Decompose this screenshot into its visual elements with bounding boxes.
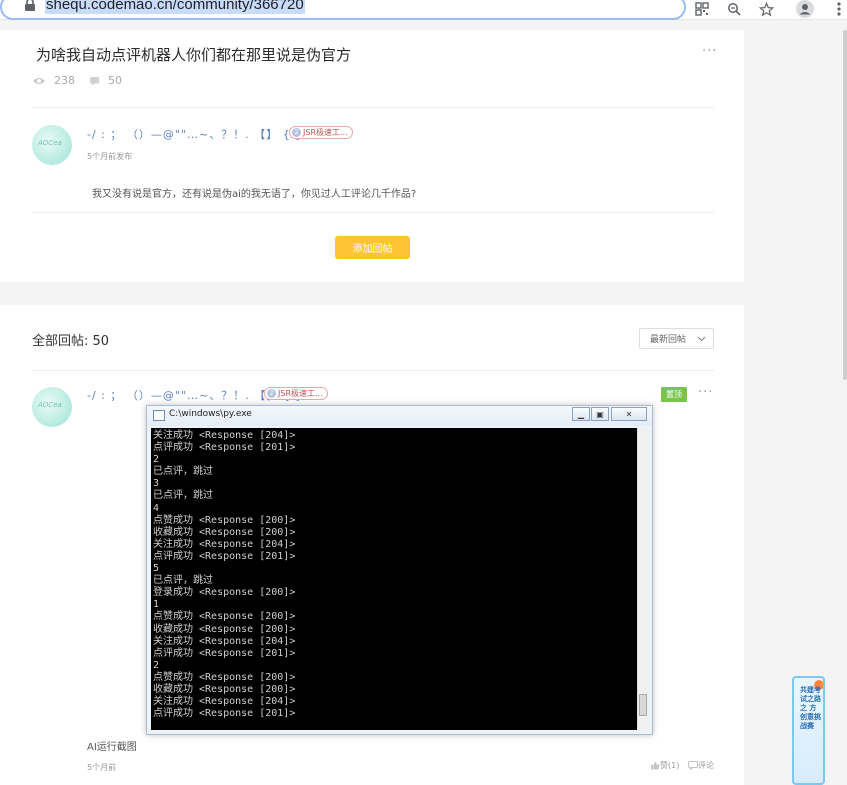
- url-text[interactable]: shequ.codemao.cn/community/366720: [45, 0, 305, 14]
- console-line: 收藏成功 <Response [200]>: [153, 683, 296, 695]
- sort-label: 最新回帖: [650, 335, 687, 345]
- avatar[interactable]: AOCea: [32, 387, 72, 427]
- side-promo-banner[interactable]: 共建考试之路之 方创意挑战赛: [792, 676, 825, 785]
- image-caption: AI运行截图: [87, 742, 137, 753]
- author-nickname[interactable]: -/ : ； （）—@""…~、？！. 【】 { }: [87, 126, 303, 142]
- badge-label: JSR极速工...: [278, 389, 323, 398]
- console-line: 已点评，跳过: [153, 490, 213, 502]
- console-line: 已点评，跳过: [153, 466, 213, 478]
- console-line: 关注成功 <Response [204]>: [153, 696, 296, 708]
- like-button[interactable]: 赞(1): [650, 760, 679, 771]
- comment-button[interactable]: 评论: [688, 760, 714, 771]
- console-line: 关注成功 <Response [204]>: [153, 430, 296, 441]
- post-stats: 238 50: [32, 74, 136, 87]
- add-reply-button[interactable]: 添加回帖: [335, 236, 410, 259]
- reply-time: 5个月前: [87, 763, 117, 772]
- console-line: 3: [153, 478, 160, 490]
- eye-icon: [33, 77, 45, 84]
- page-scrollbar[interactable]: [843, 30, 847, 380]
- publish-time: 5个月前发布: [87, 152, 133, 161]
- console-scrollbar: [637, 428, 648, 730]
- console-line: 5: [153, 563, 160, 575]
- console-line: 点评成功 <Response [201]>: [153, 647, 296, 659]
- maximize-icon: ▣: [591, 407, 609, 421]
- zoom-icon[interactable]: [725, 0, 743, 18]
- comment-count-icon: [90, 76, 99, 85]
- user-badge: 2 JSR极速工...: [264, 387, 328, 400]
- console-titlebar: C:\windows\py.exe ▁ ▣ ✕: [147, 406, 652, 426]
- view-count: 238: [54, 74, 75, 87]
- browser-toolbar: shequ.codemao.cn/community/366720: [0, 0, 847, 20]
- post-card: 为啥我自动点评机器人你们都在那里说是伪官方 ··· 238 50 AOCea -…: [0, 30, 744, 282]
- badge-label: JSR极速工...: [303, 128, 348, 137]
- sort-select[interactable]: 最新回帖: [639, 328, 714, 349]
- divider: [32, 370, 714, 371]
- chevron-down-icon: [697, 336, 706, 342]
- replies-section-title: 全部回帖: 50: [32, 334, 110, 349]
- address-bar[interactable]: shequ.codemao.cn/community/366720: [0, 0, 686, 20]
- console-line: 已点评，跳过: [153, 575, 213, 587]
- divider: [32, 212, 714, 213]
- badge-level-icon: 2: [267, 389, 276, 398]
- console-output: 关注成功 <Response [204]> 点评成功 <Response [201…: [151, 428, 637, 730]
- console-app-icon: [153, 410, 165, 421]
- console-line: 点评成功 <Response [201]>: [153, 442, 296, 454]
- console-line: 1: [153, 599, 160, 611]
- console-line: 关注成功 <Response [204]>: [153, 538, 296, 550]
- close-icon: ✕: [611, 407, 647, 421]
- minimize-icon: ▁: [572, 407, 590, 421]
- comment-icon: [688, 761, 698, 770]
- post-title: 为啥我自动点评机器人你们都在那里说是伪官方: [36, 46, 352, 64]
- avatar[interactable]: AOCea: [32, 125, 72, 165]
- user-badge: 2 JSR极速工...: [289, 126, 353, 139]
- right-gutter: [744, 20, 847, 785]
- comment-label: 评论: [698, 761, 714, 770]
- console-line: 点赞成功 <Response [200]>: [153, 671, 296, 683]
- qr-icon[interactable]: [693, 0, 711, 18]
- console-screenshot: C:\windows\py.exe ▁ ▣ ✕ 关注成功 <Response […: [146, 405, 653, 735]
- more-options-icon[interactable]: ···: [702, 44, 717, 59]
- star-icon[interactable]: [757, 0, 775, 18]
- divider: [32, 107, 714, 108]
- console-scroll-thumb: [639, 694, 647, 716]
- reply-count: 50: [108, 74, 122, 87]
- console-line: 点赞成功 <Response [200]>: [153, 611, 296, 623]
- console-line: 点评成功 <Response [201]>: [153, 550, 296, 562]
- thumbs-up-icon: [651, 761, 660, 770]
- lock-icon[interactable]: [24, 0, 36, 12]
- badge-level-icon: 2: [292, 128, 301, 137]
- console-line: 2: [153, 659, 160, 671]
- reply-text: 我又没有说是官方，还有说是伪ai的我无语了，你见过人工评论几千作品?: [92, 189, 417, 200]
- console-line: 2: [153, 454, 160, 466]
- console-title: C:\windows\py.exe: [169, 409, 252, 419]
- console-line: 收藏成功 <Response [200]>: [153, 526, 296, 538]
- more-options-icon[interactable]: ···: [698, 385, 713, 400]
- console-line: 点评成功 <Response [201]>: [153, 708, 296, 720]
- console-line: 收藏成功 <Response [200]>: [153, 623, 296, 635]
- console-lines: 关注成功 <Response [204]> 点评成功 <Response [201…: [153, 430, 295, 720]
- console-line: 4: [153, 502, 160, 514]
- console-line: 关注成功 <Response [204]>: [153, 635, 296, 647]
- like-label: 赞(1): [660, 761, 680, 770]
- pinned-badge: 置顶: [661, 387, 687, 402]
- profile-icon[interactable]: [796, 0, 814, 18]
- banner-text: 共建考试之路之 方创意挑战赛: [800, 686, 821, 730]
- console-line: 点赞成功 <Response [200]>: [153, 514, 296, 526]
- console-line: 登录成功 <Response [200]>: [153, 587, 296, 599]
- kebab-menu-icon[interactable]: [830, 0, 847, 18]
